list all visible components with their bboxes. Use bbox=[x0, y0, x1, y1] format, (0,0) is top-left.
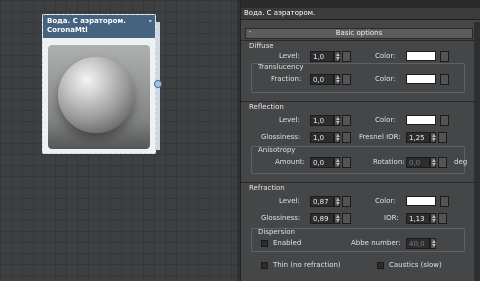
fraction-label: Fraction: bbox=[271, 75, 302, 83]
translucency-color-swatch[interactable] bbox=[406, 74, 436, 84]
dispersion-enabled-label: Enabled bbox=[273, 239, 302, 247]
thin-label: Thin (no refraction) bbox=[273, 261, 341, 269]
ior-map-button[interactable] bbox=[438, 213, 447, 224]
anisotropy-amount-label: Amount: bbox=[275, 158, 305, 166]
reflection-glossiness-map-button[interactable] bbox=[342, 132, 351, 143]
refraction-level-input[interactable]: 0,87 bbox=[310, 196, 334, 207]
anisotropy-rotation-input[interactable]: 0,0 bbox=[406, 157, 430, 168]
preview-sphere bbox=[58, 57, 134, 133]
reflection-section: Reflection Level: 1,0 Color: Glossiness:… bbox=[241, 101, 480, 179]
node-header[interactable]: Вода. С аэратором. CoronaMtl - bbox=[43, 15, 155, 38]
reflection-level-label: Level: bbox=[279, 116, 300, 124]
reflection-glossiness-spinner[interactable] bbox=[334, 132, 340, 143]
ior-input[interactable]: 1,13 bbox=[406, 213, 430, 224]
anisotropy-amount-input[interactable]: 0,0 bbox=[310, 157, 334, 168]
diffuse-header: Diffuse bbox=[249, 42, 274, 50]
diffuse-section: Diffuse Level: 1,0 Color: Translucency F… bbox=[241, 40, 480, 98]
node-title: Вода. С аэратором. bbox=[47, 17, 126, 25]
diffuse-color-label: Color: bbox=[375, 52, 396, 60]
node-collapse-button[interactable]: - bbox=[149, 16, 152, 25]
diffuse-level-label: Level: bbox=[279, 52, 300, 60]
fresnel-map-button[interactable] bbox=[438, 132, 447, 143]
refraction-level-label: Level: bbox=[279, 197, 300, 205]
refraction-glossiness-spinner[interactable] bbox=[334, 213, 340, 224]
translucency-header: Translucency bbox=[258, 63, 304, 71]
reflection-color-label: Color: bbox=[375, 116, 396, 124]
reflection-level-spinner[interactable] bbox=[334, 115, 340, 126]
reflection-glossiness-label: Glossiness: bbox=[261, 133, 301, 141]
refraction-level-map-button[interactable] bbox=[342, 196, 351, 207]
reflection-level-map-button[interactable] bbox=[342, 115, 351, 126]
fraction-input[interactable]: 0,0 bbox=[310, 74, 334, 85]
output-port[interactable] bbox=[154, 80, 162, 88]
anisotropy-rotation-label: Rotation: bbox=[373, 158, 405, 166]
material-node[interactable]: Вода. С аэратором. CoronaMtl - bbox=[42, 14, 156, 154]
refraction-level-spinner[interactable] bbox=[334, 196, 340, 207]
diffuse-level-map-button[interactable] bbox=[342, 51, 351, 62]
rollout-title: Basic options bbox=[335, 29, 383, 37]
rollout-toggle[interactable]: - bbox=[249, 28, 252, 37]
anisotropy-amount-map-button[interactable] bbox=[342, 157, 351, 168]
parameter-panel: Вода. С аэратором. - Basic options Diffu… bbox=[240, 0, 480, 281]
abbe-label: Abbe number: bbox=[351, 239, 401, 247]
anisotropy-header: Anisotropy bbox=[258, 146, 296, 154]
fraction-spinner[interactable] bbox=[334, 74, 340, 85]
diffuse-color-swatch[interactable] bbox=[406, 51, 436, 61]
ior-spinner[interactable] bbox=[430, 213, 436, 224]
node-type: CoronaMtl bbox=[47, 26, 88, 34]
rotation-unit: deg bbox=[454, 158, 468, 166]
slate-viewport[interactable]: Вода. С аэратором. CoronaMtl - bbox=[0, 0, 237, 281]
refraction-section: Refraction Level: 0,87 Color: Glossiness… bbox=[241, 182, 480, 281]
dispersion-header: Dispersion bbox=[258, 228, 295, 236]
translucency-color-label: Color: bbox=[375, 75, 396, 83]
rollout-basic-options[interactable]: - Basic options bbox=[245, 28, 473, 39]
reflection-header: Reflection bbox=[249, 103, 284, 111]
material-name-field[interactable]: Вода. С аэратором. bbox=[241, 8, 480, 20]
reflection-level-input[interactable]: 1,0 bbox=[310, 115, 334, 126]
refraction-glossiness-label: Glossiness: bbox=[261, 214, 301, 222]
reflection-color-map-button[interactable] bbox=[440, 115, 449, 126]
caustics-label: Caustics (slow) bbox=[389, 261, 442, 269]
diffuse-color-map-button[interactable] bbox=[440, 51, 449, 62]
ior-label: IOR: bbox=[384, 214, 399, 222]
fresnel-label: Fresnel IOR: bbox=[359, 133, 401, 141]
refraction-glossiness-map-button[interactable] bbox=[342, 213, 351, 224]
reflection-color-swatch[interactable] bbox=[406, 115, 436, 125]
fraction-map-button[interactable] bbox=[342, 74, 351, 85]
translucency-color-map-button[interactable] bbox=[440, 74, 449, 85]
refraction-color-label: Color: bbox=[375, 197, 396, 205]
dispersion-enabled-checkbox[interactable] bbox=[261, 240, 268, 247]
panel-top-strip bbox=[241, 0, 480, 8]
fresnel-spinner[interactable] bbox=[430, 132, 436, 143]
diffuse-level-spinner[interactable] bbox=[334, 51, 340, 62]
anisotropy-rotation-spinner[interactable] bbox=[430, 157, 436, 168]
reflection-glossiness-input[interactable]: 1,0 bbox=[310, 132, 334, 143]
anisotropy-amount-spinner[interactable] bbox=[334, 157, 340, 168]
anisotropy-rotation-map-button[interactable] bbox=[438, 157, 447, 168]
thin-checkbox[interactable] bbox=[261, 262, 268, 269]
abbe-input[interactable]: 40,0 bbox=[406, 238, 430, 249]
caustics-checkbox[interactable] bbox=[377, 262, 384, 269]
material-preview bbox=[48, 45, 150, 149]
refraction-color-swatch[interactable] bbox=[406, 196, 436, 206]
diffuse-level-input[interactable]: 1,0 bbox=[310, 51, 334, 62]
refraction-color-map-button[interactable] bbox=[440, 196, 449, 207]
refraction-glossiness-input[interactable]: 0,89 bbox=[310, 213, 334, 224]
abbe-spinner[interactable] bbox=[430, 238, 436, 249]
fresnel-input[interactable]: 1,25 bbox=[406, 132, 430, 143]
refraction-header: Refraction bbox=[249, 184, 285, 192]
